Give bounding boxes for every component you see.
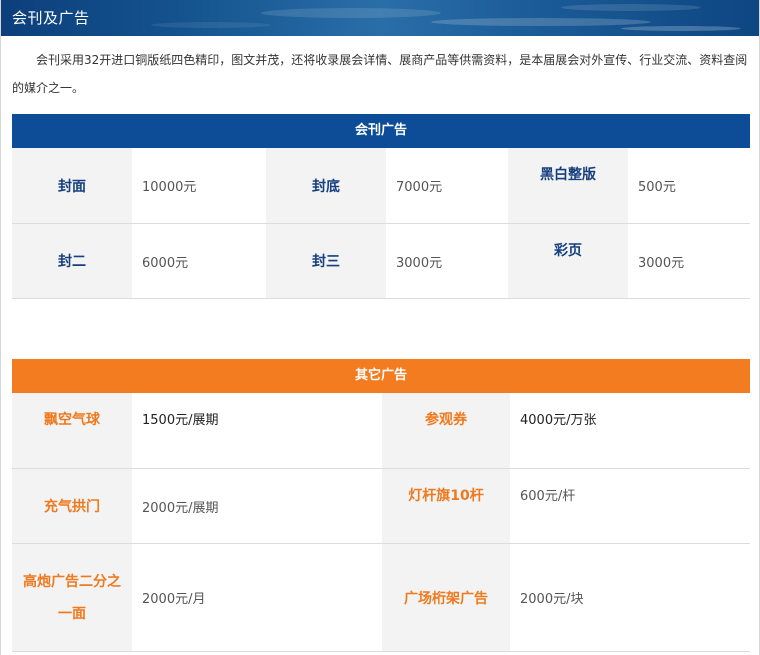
- journal-ads-heading: 会刊广告: [12, 114, 750, 148]
- price-label: 飘空气球: [12, 393, 132, 468]
- banner-wave-decoration: [261, 8, 441, 18]
- journal-row: 封二 6000元 封三 3000元 彩页 3000元: [12, 224, 750, 299]
- price-value: 2000元/块: [510, 544, 750, 651]
- banner-title: 会刊及广告: [12, 9, 90, 27]
- price-label: 彩页: [508, 224, 628, 298]
- price-value: 4000元/万张: [510, 393, 750, 468]
- other-ads-row: 充气拱门 2000元/展期 灯杆旗10杆 600元/杆: [12, 469, 750, 544]
- other-ads-row: 飘空气球 1500元/展期 参观券 4000元/万张: [12, 393, 750, 469]
- banner-wave-decoration: [561, 4, 701, 11]
- price-label: 参观券: [382, 393, 510, 468]
- price-label: 灯杆旗10杆: [382, 469, 510, 543]
- journal-row: 封面 10000元 封底 7000元 黑白整版 500元: [12, 148, 750, 224]
- section-banner: 会刊及广告: [1, 0, 759, 36]
- banner-wave-decoration: [621, 26, 741, 31]
- price-value: 10000元: [132, 148, 266, 223]
- price-value: 1500元/展期: [132, 393, 382, 468]
- price-label: 广场桁架广告: [382, 544, 510, 651]
- banner-wave-decoration: [151, 22, 271, 28]
- price-value: 3000元: [628, 224, 750, 298]
- other-ads-heading: 其它广告: [12, 359, 750, 393]
- price-label: 封面: [12, 148, 132, 223]
- price-value: 6000元: [132, 224, 266, 298]
- price-label: 封底: [266, 148, 386, 223]
- price-label: 黑白整版: [508, 148, 628, 223]
- price-label: 封三: [266, 224, 386, 298]
- price-value: 2000元/展期: [132, 469, 382, 543]
- price-label: 封二: [12, 224, 132, 298]
- intro-paragraph: 会刊采用32开进口铜版纸四色精印，图文并茂，还将收录展会详情、展商产品等供需资料…: [12, 53, 748, 95]
- price-label: 高炮广告二分之 一面: [12, 544, 132, 651]
- price-label-line: 一面: [58, 605, 86, 622]
- price-value: 2000元/月: [132, 544, 382, 651]
- banner-wave-decoration: [431, 18, 651, 26]
- price-label: 充气拱门: [12, 469, 132, 543]
- price-value: 500元: [628, 148, 750, 223]
- price-value: 600元/杆: [510, 469, 750, 543]
- price-value: 7000元: [386, 148, 508, 223]
- price-label-line: 高炮广告二分之: [23, 573, 121, 590]
- other-ads-row: 高炮广告二分之 一面 2000元/月 广场桁架广告 2000元/块: [12, 544, 750, 652]
- price-value: 3000元: [386, 224, 508, 298]
